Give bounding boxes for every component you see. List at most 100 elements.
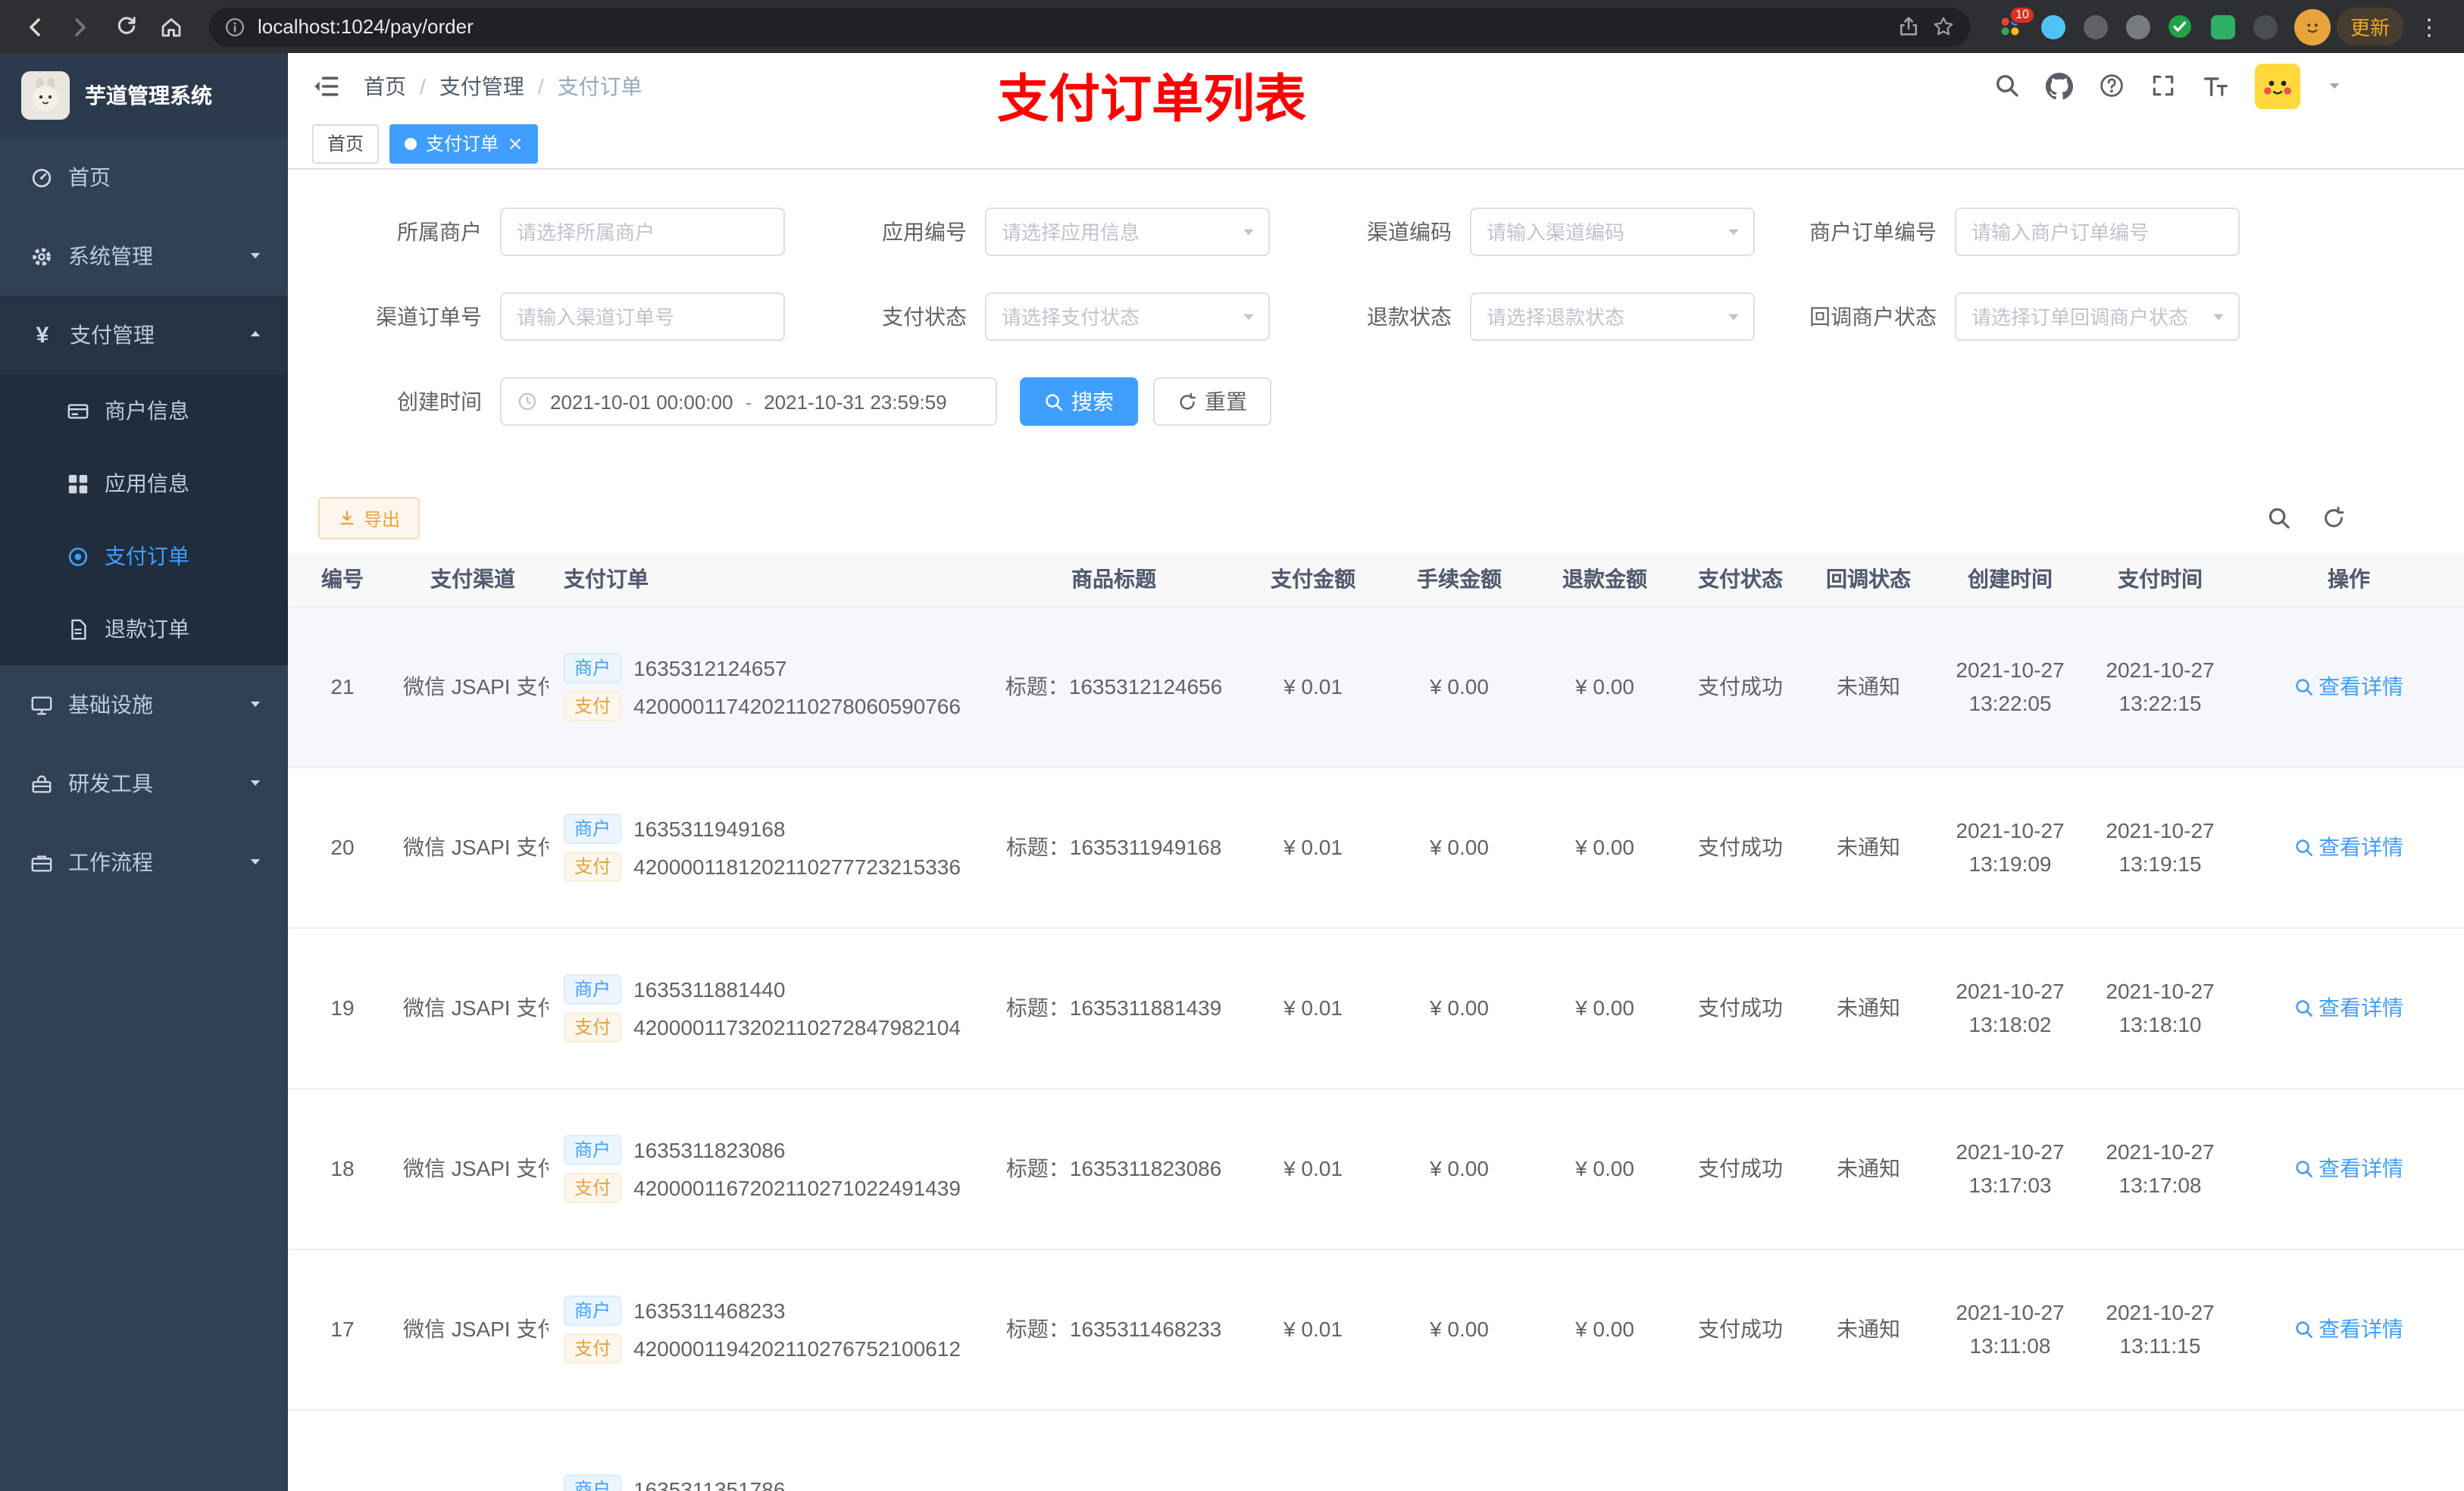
cell-create-time: 2021-10-27 13:19:09 bbox=[1934, 767, 2087, 928]
export-button[interactable]: 导出 bbox=[318, 497, 421, 539]
breadcrumb-home[interactable]: 首页 bbox=[364, 70, 406, 101]
browser-update-button[interactable]: 更新 bbox=[2336, 8, 2403, 45]
reset-button[interactable]: 重置 bbox=[1153, 377, 1271, 426]
sidebar-item-refund-order[interactable]: 退款订单 bbox=[0, 592, 288, 665]
search-button[interactable]: 搜索 bbox=[1020, 377, 1138, 426]
site-info-icon[interactable] bbox=[224, 16, 245, 37]
filter-field: 回调商户状态 bbox=[1755, 292, 2240, 341]
breadcrumb-payment[interactable]: 支付管理 bbox=[439, 70, 524, 101]
font-size-icon[interactable] bbox=[2202, 72, 2229, 99]
tab-label: 支付订单 bbox=[426, 133, 499, 155]
caret-down-icon[interactable] bbox=[2326, 77, 2343, 94]
merchant-line: 商户 1635311823086 bbox=[564, 1134, 982, 1164]
magnifier-icon bbox=[2294, 837, 2314, 857]
cell-order-no: 商户 1635312124657 支付 42000011742021102780… bbox=[549, 606, 988, 767]
filter-label: 回调商户状态 bbox=[1809, 305, 1937, 329]
filter-label: 应用编号 bbox=[882, 220, 967, 244]
filter-field: 应用编号 bbox=[785, 208, 1270, 256]
search-icon[interactable] bbox=[1994, 73, 2020, 98]
browser-forward-icon[interactable] bbox=[61, 7, 100, 46]
url-text[interactable]: localhost:1024/pay/order bbox=[258, 15, 1885, 38]
cell-status: 支付成功 bbox=[1678, 1249, 1803, 1410]
view-detail-link[interactable]: 查看详情 bbox=[2294, 832, 2403, 862]
sidebar-item-home[interactable]: 首页 bbox=[0, 138, 288, 217]
green-extension-icon[interactable] bbox=[2209, 13, 2237, 40]
check-extension-icon[interactable] bbox=[2167, 13, 2194, 40]
browser-menu-icon[interactable]: ⋮ bbox=[2409, 7, 2449, 46]
browser-home-icon[interactable] bbox=[152, 7, 191, 46]
address-bar[interactable]: localhost:1024/pay/order bbox=[209, 7, 1970, 46]
cell-pay-time: 2021-10-27 13:22:15 bbox=[2087, 606, 2234, 767]
cell-fee: ¥ 0.00 bbox=[1387, 767, 1532, 928]
close-icon[interactable] bbox=[508, 136, 523, 151]
view-detail-link[interactable]: 查看详情 bbox=[2294, 1314, 2403, 1344]
help-icon[interactable] bbox=[2099, 73, 2125, 98]
sidebar-item-system[interactable]: 系统管理 bbox=[0, 217, 288, 295]
share-icon[interactable] bbox=[1897, 15, 1920, 38]
filter-control bbox=[500, 208, 785, 256]
sidebar-fold-icon[interactable] bbox=[312, 72, 339, 99]
pay-order-no: 4200001194202110276752100612 bbox=[633, 1336, 961, 1360]
cell-channel: 微信 JSAPI 支付 bbox=[397, 606, 549, 767]
sidebar-item-workflow[interactable]: 工作流程 bbox=[0, 823, 288, 902]
tab-pay-order[interactable]: 支付订单 bbox=[389, 123, 539, 163]
sidebar-item-payment[interactable]: ¥ 支付管理 bbox=[0, 295, 288, 374]
sidebar-item-merchant-info[interactable]: 商户信息 bbox=[0, 374, 288, 447]
cell-channel: 微信 JSAPI 支付 bbox=[397, 1249, 549, 1410]
tags-view: 首页 支付订单 bbox=[288, 118, 2464, 170]
fullscreen-icon[interactable] bbox=[2150, 73, 2176, 98]
table-toolbar: 导出 bbox=[288, 462, 2464, 539]
column-header: 支付渠道 bbox=[397, 553, 549, 607]
view-detail-link[interactable]: 查看详情 bbox=[2294, 1153, 2403, 1183]
browser-profile-avatar[interactable] bbox=[2294, 8, 2331, 45]
date-separator: - bbox=[745, 390, 752, 413]
gray-extension-icon[interactable] bbox=[2082, 13, 2109, 40]
colorful-extension-icon[interactable]: 10 bbox=[1997, 5, 2035, 40]
cell-refund: ¥ 0.00 bbox=[1532, 927, 1678, 1089]
chevron-down-icon bbox=[247, 850, 264, 874]
filter-input[interactable] bbox=[985, 292, 1270, 341]
filter-input[interactable] bbox=[500, 292, 785, 341]
create-time-range-input[interactable]: 2021-10-01 00:00:00 - 2021-10-31 23:59:5… bbox=[500, 377, 997, 426]
pay-line: 支付 4200001167202110271022491439 bbox=[564, 1172, 982, 1202]
refresh-icon bbox=[1177, 392, 1197, 411]
browser-back-icon[interactable] bbox=[15, 7, 55, 46]
sidebar-item-pay-order[interactable]: 支付订单 bbox=[0, 520, 288, 592]
filter-control bbox=[1955, 292, 2240, 341]
app-logo[interactable]: 芋道管理系统 bbox=[0, 53, 288, 138]
logo-image bbox=[21, 71, 70, 120]
filter-input[interactable] bbox=[985, 208, 1270, 256]
filter-label: 渠道编码 bbox=[1367, 220, 1452, 244]
filter-control bbox=[1470, 208, 1755, 256]
filter-input[interactable] bbox=[1955, 208, 2240, 256]
avatar[interactable] bbox=[2255, 63, 2300, 108]
date-start-value: 2021-10-01 00:00:00 bbox=[550, 390, 733, 413]
bookmark-star-icon[interactable] bbox=[1932, 15, 1955, 38]
merchant-line: 商户 1635312124657 bbox=[564, 652, 982, 683]
toggle-search-icon[interactable] bbox=[2267, 506, 2291, 530]
pin-extension-icon[interactable] bbox=[2252, 13, 2279, 40]
date-end-value: 2021-10-31 23:59:59 bbox=[764, 390, 947, 413]
sidebar-item-dev-tools[interactable]: 研发工具 bbox=[0, 744, 288, 823]
cell-amount: ¥ 0.01 bbox=[1240, 767, 1387, 928]
refresh-table-icon[interactable] bbox=[2322, 506, 2346, 530]
merchant-line: 商户 1635311351786 bbox=[564, 1474, 982, 1491]
github-icon[interactable] bbox=[2046, 72, 2073, 99]
dark-extension-icon[interactable] bbox=[2125, 13, 2152, 40]
view-detail-link[interactable]: 查看详情 bbox=[2294, 992, 2403, 1023]
cell-refund: ¥ 0.00 bbox=[1532, 606, 1678, 767]
filter-input[interactable] bbox=[1955, 292, 2240, 341]
filter-input[interactable] bbox=[1470, 292, 1755, 341]
sidebar-item-label: 研发工具 bbox=[68, 771, 153, 796]
cell-status: 支付成功 bbox=[1678, 767, 1803, 928]
browser-reload-icon[interactable] bbox=[106, 7, 145, 46]
tab-home[interactable]: 首页 bbox=[312, 123, 380, 163]
sidebar-item-label: 首页 bbox=[68, 165, 111, 189]
filter-input[interactable] bbox=[500, 208, 785, 256]
blue-extension-icon[interactable] bbox=[2040, 13, 2067, 40]
view-detail-link[interactable]: 查看详情 bbox=[2294, 671, 2403, 702]
merchant-order-no: 1635311881440 bbox=[633, 977, 786, 1001]
sidebar-item-app-info[interactable]: 应用信息 bbox=[0, 447, 288, 520]
sidebar-item-infra[interactable]: 基础设施 bbox=[0, 665, 288, 744]
filter-input[interactable] bbox=[1470, 208, 1755, 256]
